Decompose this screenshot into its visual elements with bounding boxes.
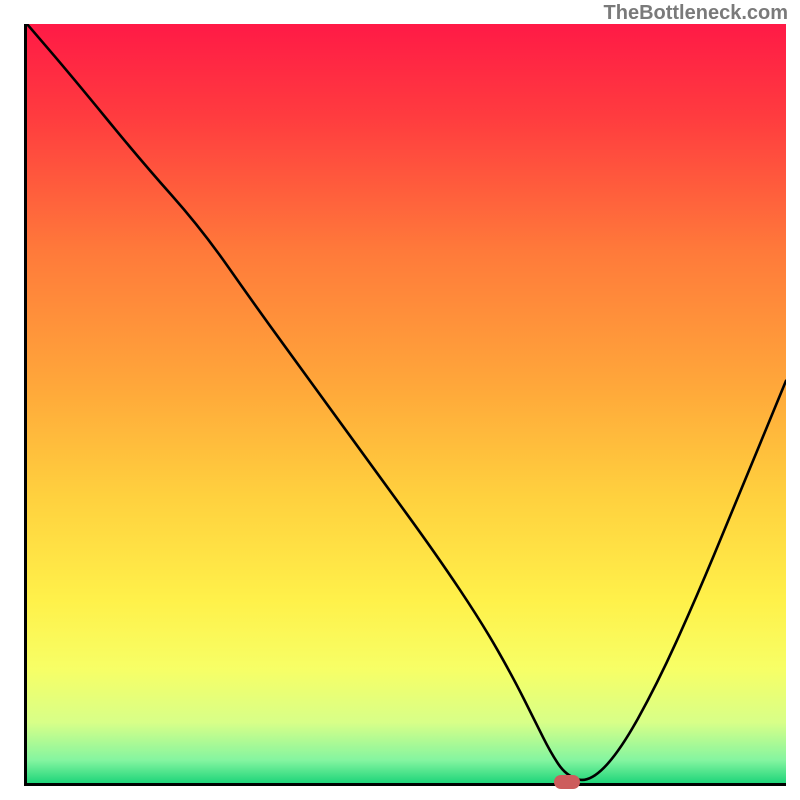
background-gradient — [27, 24, 786, 783]
plot-area — [24, 24, 786, 786]
optimal-marker — [554, 775, 580, 789]
watermark-text: TheBottleneck.com — [604, 2, 788, 25]
chart-stage: TheBottleneck.com — [0, 0, 800, 800]
